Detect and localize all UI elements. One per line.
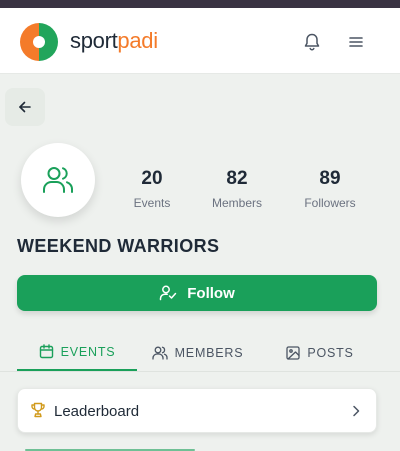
tab-posts[interactable]: POSTS [275,334,365,371]
follow-button-label: Follow [187,284,235,302]
brand-name-part2: padi [117,28,158,53]
group-title: WEEKEND WARRIORS [17,236,220,256]
stat-events-label: Events [133,196,171,210]
group-avatar [21,143,95,217]
back-button[interactable] [5,88,45,126]
stat-members-label: Members [211,196,262,210]
leaderboard-label: Leaderboard [54,403,140,420]
sportpadi-logo-icon[interactable] [20,23,58,61]
tab-members[interactable]: MEMBERS [145,334,250,371]
arrow-left-icon [19,101,31,113]
tab-events-label: EVENTS [60,344,116,359]
status-bar-strip [0,0,400,8]
chevron-right-icon [353,405,360,417]
users-icon [151,346,168,360]
user-check-icon [160,285,177,301]
stat-events[interactable]: 20 Events [107,168,197,210]
brand-name[interactable]: sportpadi [70,28,158,54]
bell-icon[interactable] [303,32,321,52]
stat-followers[interactable]: 89 Followers [285,168,375,210]
hamburger-menu-icon[interactable] [347,33,365,51]
image-icon [286,345,300,360]
tab-events[interactable]: EVENTS [17,334,137,371]
users-group-icon [43,167,73,193]
group-tabs: EVENTS MEMBERS POSTS [0,334,400,372]
brand-name-part1: sport [70,28,118,53]
app-header: sportpadi [0,8,400,74]
leaderboard-card[interactable]: Leaderboard [17,388,377,433]
stat-followers-value: 89 [319,168,341,189]
follow-button[interactable]: Follow [17,275,377,311]
trophy-icon [31,402,45,418]
stat-events-value: 20 [141,168,163,189]
calendar-icon [39,344,53,359]
stat-members[interactable]: 82 Members [192,168,282,210]
tab-members-label: MEMBERS [174,345,244,360]
tab-posts-label: POSTS [307,345,354,360]
stat-members-value: 82 [226,168,248,189]
stat-followers-label: Followers [304,196,356,210]
